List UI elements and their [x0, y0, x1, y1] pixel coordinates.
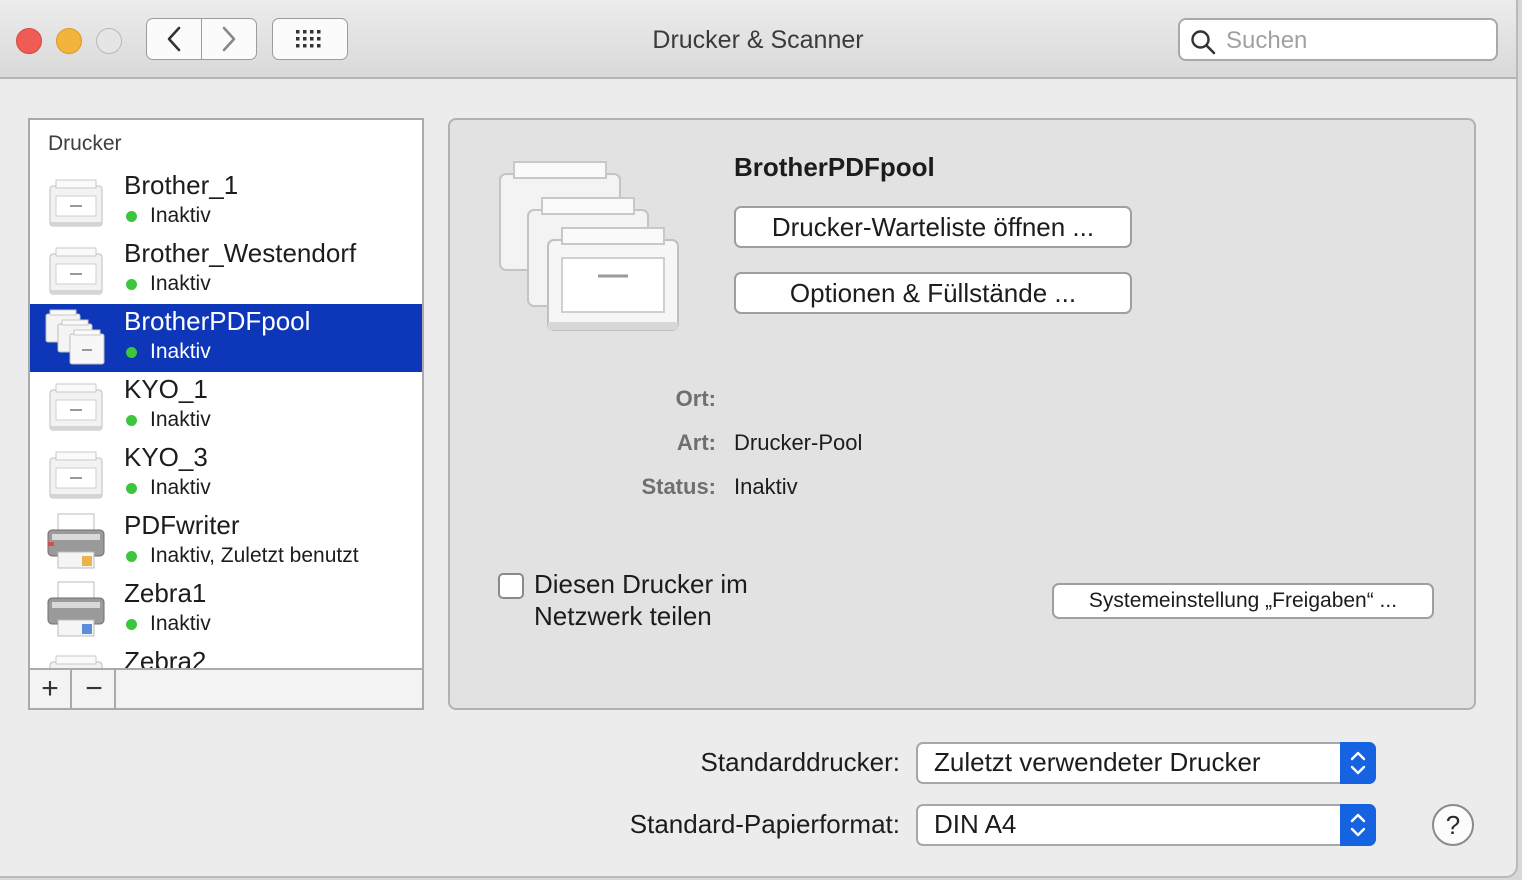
printer-list-item[interactable]: KYO_1 Inaktiv	[30, 372, 422, 440]
printer-status: Inaktiv	[150, 272, 211, 295]
printer-list-item[interactable]: Brother_1 Inaktiv	[30, 168, 422, 236]
status-dot	[126, 551, 137, 562]
sharing-preferences-button[interactable]: Systemeinstellung „Freigaben“ ...	[1052, 583, 1434, 619]
printer-status: Inaktiv	[150, 612, 211, 635]
remove-printer-button[interactable]: −	[74, 670, 116, 708]
share-printer-label[interactable]: Diesen Drucker im Netzwerk teilen	[534, 568, 748, 632]
printer-list-item[interactable]: Zebra1 Inaktiv	[30, 576, 422, 644]
inkjet-printer-icon	[47, 513, 105, 569]
list-toolbar: + −	[30, 668, 422, 708]
search-placeholder: Suchen	[1226, 27, 1308, 54]
options-supplies-button[interactable]: Optionen & Füllstände ...	[734, 272, 1132, 314]
open-print-queue-button[interactable]: Drucker-Warteliste öffnen ...	[734, 206, 1132, 248]
status-dot	[126, 279, 137, 290]
search-field[interactable]: Suchen	[1178, 18, 1498, 61]
default-printer-label: Standarddrucker:	[700, 747, 900, 777]
status-dot	[126, 619, 137, 630]
paper-size-popup[interactable]: DIN A4	[916, 804, 1376, 846]
printer-name: KYO_3	[124, 442, 208, 472]
title-bar: Drucker & Scanner Suchen	[0, 0, 1516, 79]
printer-status: Inaktiv	[150, 340, 211, 363]
printer-icon	[49, 383, 103, 431]
printer-list-item[interactable]: PDFwriter Inaktiv, Zuletzt benutzt	[30, 508, 422, 576]
popup-stepper-icon	[1340, 804, 1376, 846]
paper-size-value: DIN A4	[934, 809, 1017, 839]
search-icon	[1191, 30, 1216, 55]
help-button[interactable]: ?	[1432, 804, 1474, 846]
paper-size-label: Standard-Papierformat:	[629, 809, 900, 839]
printer-status: Inaktiv	[150, 204, 211, 227]
printer-pool-icon	[45, 309, 105, 365]
printer-name: PDFwriter	[124, 510, 240, 540]
printer-name: Brother_1	[124, 170, 239, 200]
printer-icon	[49, 247, 103, 295]
status-value: Inaktiv	[734, 474, 798, 499]
printer-icon	[49, 451, 103, 499]
printer-name: Brother_Westendorf	[124, 238, 357, 268]
default-printer-value: Zuletzt verwendeter Drucker	[934, 747, 1261, 777]
add-printer-button[interactable]: +	[30, 670, 72, 708]
inkjet-printer-icon	[47, 581, 105, 637]
popup-stepper-icon	[1340, 742, 1376, 784]
printer-list-header: Drucker	[48, 132, 122, 155]
printer-name: Zebra1	[124, 578, 207, 608]
printer-status: Inaktiv, Zuletzt benutzt	[150, 544, 359, 567]
share-label-line2: Netzwerk teilen	[534, 601, 712, 631]
printer-name: BrotherPDFpool	[124, 306, 311, 336]
selected-printer-name: BrotherPDFpool	[734, 152, 935, 182]
printer-list[interactable]: Drucker Brother_1 Inaktiv Brother_Westen…	[28, 118, 424, 710]
location-label: Ort:	[675, 386, 716, 411]
share-label-line1: Diesen Drucker im	[534, 569, 748, 599]
status-label: Status:	[641, 474, 716, 499]
printer-list-item[interactable]: Brother_Westendorf Inaktiv	[30, 236, 422, 304]
status-dot	[126, 347, 137, 358]
printer-status: Inaktiv	[150, 408, 211, 431]
printer-list-item[interactable]: KYO_3 Inaktiv	[30, 440, 422, 508]
share-printer-checkbox[interactable]	[498, 573, 524, 599]
printer-name: KYO_1	[124, 374, 208, 404]
printer-status: Inaktiv	[150, 476, 211, 499]
printer-pool-icon	[499, 161, 679, 331]
printer-list-item-selected[interactable]: BrotherPDFpool Inaktiv	[30, 304, 422, 372]
status-dot	[126, 211, 137, 222]
kind-label: Art:	[676, 430, 716, 455]
status-dot	[126, 415, 137, 426]
printer-icon	[49, 179, 103, 227]
default-printer-popup[interactable]: Zuletzt verwendeter Drucker	[916, 742, 1376, 784]
kind-value: Drucker-Pool	[734, 430, 863, 455]
status-dot	[126, 483, 137, 494]
printer-detail-panel: BrotherPDFpool Drucker-Warteliste öffnen…	[448, 118, 1476, 710]
preferences-window: Drucker & Scanner Suchen Drucker Brother…	[0, 0, 1518, 878]
